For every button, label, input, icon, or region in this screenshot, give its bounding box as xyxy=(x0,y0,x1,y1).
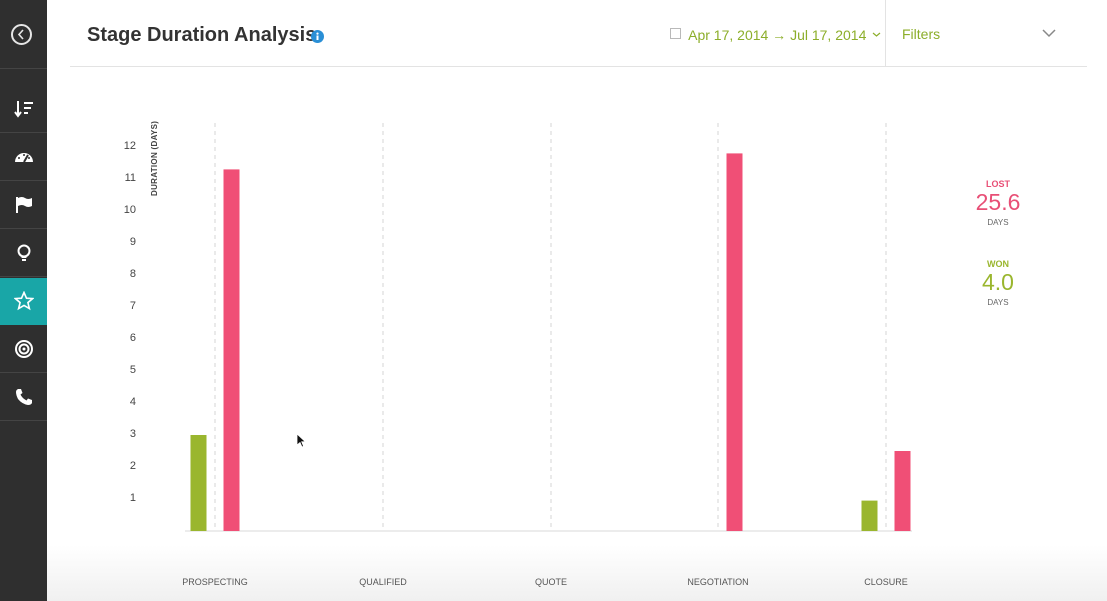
lost-value: 25.6 xyxy=(975,189,1021,215)
mouse-cursor-icon xyxy=(296,433,307,448)
x-tick-label: QUALIFIED xyxy=(359,577,407,587)
y-tick-label: 6 xyxy=(129,332,136,344)
y-tick-label: 10 xyxy=(123,204,136,216)
x-tick-label: NEGOTIATION xyxy=(687,577,749,587)
won-value: 4.0 xyxy=(982,269,1014,295)
y-tick-label: 7 xyxy=(129,300,136,312)
x-tick-label: QUOTE xyxy=(534,577,567,587)
won-unit: DAYS xyxy=(987,298,1009,307)
y-tick-label: 4 xyxy=(129,396,136,408)
y-tick-label: 12 xyxy=(123,140,136,152)
won-label: WON xyxy=(987,259,1009,269)
y-tick-label: 5 xyxy=(129,364,136,376)
bar-lost-closure[interactable] xyxy=(894,451,911,531)
y-tick-label: 8 xyxy=(129,268,136,280)
y-axis-label: DURATION (DAYS) xyxy=(150,120,159,196)
x-tick-label: CLOSURE xyxy=(864,577,908,587)
lost-unit: DAYS xyxy=(987,218,1009,227)
x-tick-label: PROSPECTING xyxy=(182,577,248,587)
bar-lost-prospecting[interactable] xyxy=(223,169,240,531)
y-tick-label: 3 xyxy=(129,428,136,440)
stage-duration-chart xyxy=(185,123,912,532)
y-tick-label: 9 xyxy=(129,236,136,248)
bar-lost-negotiation[interactable] xyxy=(726,153,743,531)
bar-won-closure[interactable] xyxy=(861,500,878,531)
y-tick-label: 2 xyxy=(129,460,136,472)
y-tick-label: 11 xyxy=(124,172,136,184)
y-tick-label: 1 xyxy=(129,492,136,504)
lost-label: LOST xyxy=(986,179,1010,189)
bar-won-prospecting[interactable] xyxy=(190,435,207,531)
